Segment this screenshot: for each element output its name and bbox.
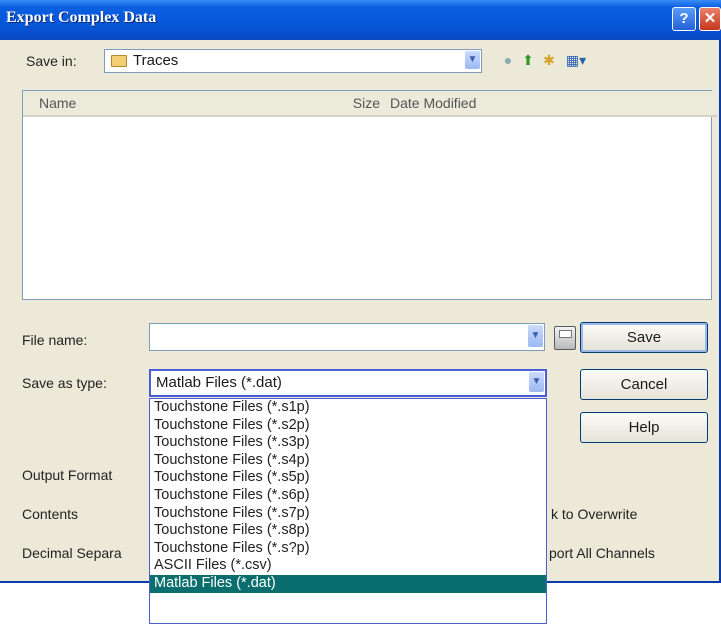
folder-icon (111, 55, 127, 67)
help-titlebar-button[interactable]: ? (672, 7, 696, 31)
chevron-down-icon[interactable]: ▼ (528, 325, 543, 347)
new-folder-icon[interactable]: ✱ (540, 52, 558, 68)
cancel-button[interactable]: Cancel (580, 369, 708, 400)
title-bar[interactable]: Export Complex Data ? ✕ (0, 0, 721, 40)
file-name-field[interactable]: ▼ (149, 323, 545, 351)
save-as-type-dropdown[interactable]: Touchstone Files (*.s1p) Touchstone File… (149, 398, 547, 624)
dropdown-option[interactable]: Touchstone Files (*.s?p) (150, 540, 546, 558)
save-as-type-label: Save as type: (22, 375, 107, 391)
overwrite-checkbox-label[interactable]: k to Overwrite (551, 506, 637, 522)
output-format-label: Output Format (22, 467, 113, 483)
save-disk-icon[interactable] (554, 326, 576, 350)
file-name-label: File name: (22, 332, 88, 348)
window-title: Export Complex Data (6, 9, 157, 26)
dropdown-option-selected[interactable]: Matlab Files (*.dat) (150, 574, 546, 593)
dropdown-option[interactable]: Touchstone Files (*.s8p) (150, 522, 546, 540)
save-button[interactable]: Save (580, 322, 708, 353)
chevron-down-icon[interactable]: ▼ (465, 51, 480, 69)
chevron-down-icon[interactable]: ▼ (529, 372, 544, 392)
dropdown-option[interactable]: Touchstone Files (*.s7p) (150, 505, 546, 523)
save-in-value: Traces (133, 52, 179, 69)
decimal-separator-label: Decimal Separa (22, 545, 122, 561)
views-menu-icon[interactable]: ▦▾ (563, 52, 589, 68)
export-all-channels-label[interactable]: port All Channels (549, 545, 655, 561)
close-button[interactable]: ✕ (699, 7, 721, 31)
save-in-combo[interactable]: Traces ▼ (104, 49, 482, 73)
dropdown-option[interactable]: Touchstone Files (*.s2p) (150, 417, 546, 435)
dropdown-option[interactable]: Touchstone Files (*.s6p) (150, 487, 546, 505)
back-icon[interactable]: ● (500, 52, 516, 68)
save-in-label: Save in: (26, 53, 77, 69)
dropdown-option[interactable]: Touchstone Files (*.s5p) (150, 469, 546, 487)
up-folder-icon[interactable]: ⬆ (520, 52, 536, 68)
save-as-type-select[interactable]: Matlab Files (*.dat) ▼ (149, 369, 547, 397)
column-header-size[interactable]: Size (344, 91, 384, 117)
column-header-name[interactable]: Name (23, 91, 344, 117)
dropdown-option[interactable]: Touchstone Files (*.s3p) (150, 434, 546, 452)
file-list[interactable]: Name Size Date Modified (22, 90, 717, 300)
dropdown-option[interactable]: Touchstone Files (*.s4p) (150, 452, 546, 470)
dropdown-option[interactable]: Touchstone Files (*.s1p) (150, 399, 546, 417)
help-button[interactable]: Help (580, 412, 708, 443)
save-as-type-value: Matlab Files (*.dat) (156, 374, 282, 391)
contents-label: Contents (22, 506, 79, 522)
dropdown-option[interactable]: ASCII Files (*.csv) (150, 557, 546, 575)
column-header-date-modified[interactable]: Date Modified (384, 91, 717, 117)
